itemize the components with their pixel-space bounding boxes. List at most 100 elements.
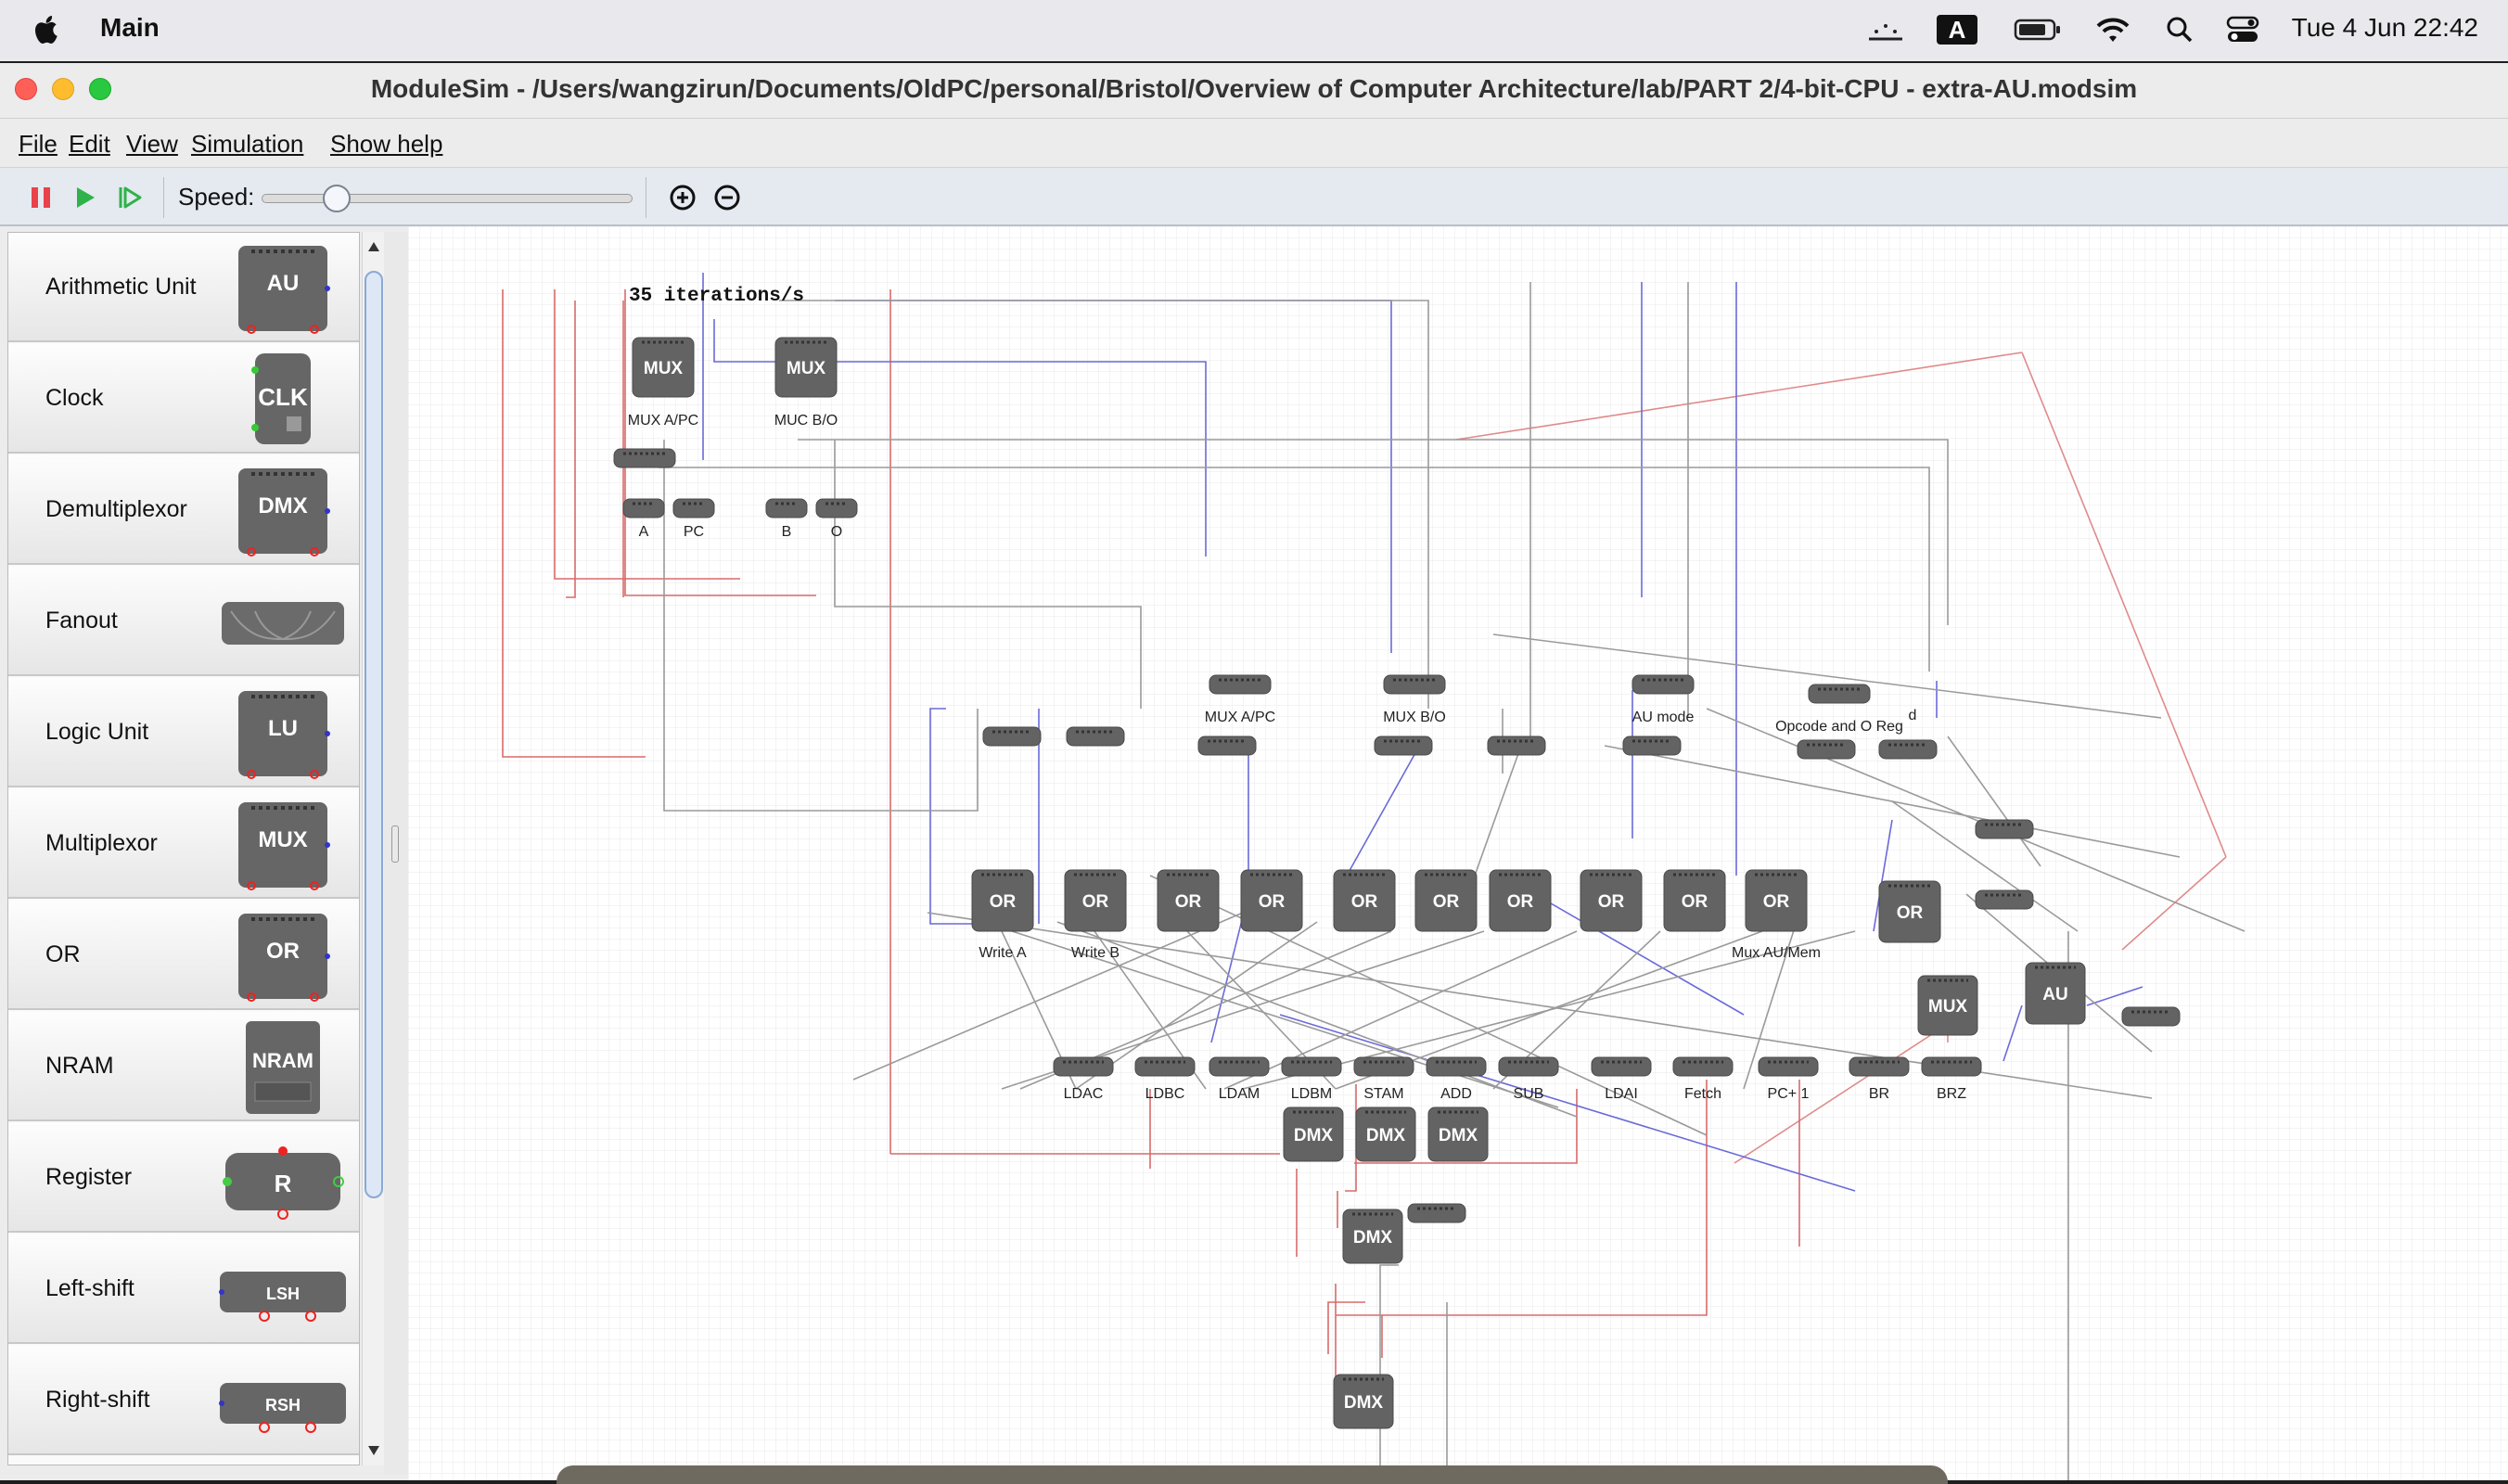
- fanout-block[interactable]: [613, 448, 676, 468]
- register-block[interactable]: [622, 498, 665, 518]
- control-center-icon[interactable]: [2224, 11, 2261, 48]
- instruction-fanout[interactable]: [1209, 1056, 1270, 1077]
- fanout-block[interactable]: [1797, 739, 1856, 760]
- scroll-up-icon[interactable]: [366, 239, 381, 254]
- zoom-out-button[interactable]: [710, 181, 744, 214]
- mux-block[interactable]: MUX: [1917, 975, 1978, 1036]
- palette-scrollbar[interactable]: [362, 232, 384, 1465]
- or-gate-block[interactable]: OR: [1157, 869, 1220, 932]
- search-icon[interactable]: [2163, 11, 2196, 48]
- mux-block[interactable]: MUX: [774, 337, 838, 398]
- palette-item-nram[interactable]: NRAM NRAM: [8, 1012, 359, 1121]
- or-gate-block[interactable]: OR: [1333, 869, 1396, 932]
- instruction-fanout[interactable]: [1672, 1056, 1734, 1077]
- palette-item-register[interactable]: Register R: [8, 1123, 359, 1233]
- instruction-fanout[interactable]: [1281, 1056, 1342, 1077]
- or-gate-block[interactable]: OR: [1580, 869, 1643, 932]
- instruction-fanout[interactable]: [1758, 1056, 1819, 1077]
- instruction-fanout[interactable]: [1053, 1056, 1114, 1077]
- instruction-fanout[interactable]: [1849, 1056, 1910, 1077]
- speed-slider[interactable]: [262, 185, 633, 212]
- scroll-down-icon[interactable]: [366, 1443, 381, 1458]
- circuit-diagram[interactable]: MUX MUX A/PC MUX MUC B/O A PC B O MUX A/PC MUX B/…: [408, 226, 2508, 1480]
- zoom-in-button[interactable]: [666, 181, 699, 214]
- app-menu-title[interactable]: Main: [100, 13, 160, 43]
- fanout-block[interactable]: [1808, 684, 1871, 704]
- circuit-canvas[interactable]: MUX MUX A/PC MUX MUC B/O A PC B O MUX A/PC MUX B/…: [408, 226, 2508, 1480]
- or-gate-block[interactable]: OR: [1878, 880, 1941, 943]
- instruction-label: LDBC: [1145, 1086, 1185, 1102]
- register-block[interactable]: [672, 498, 715, 518]
- fanout-block[interactable]: [1975, 819, 2034, 839]
- palette-item-left-shift[interactable]: Left-shift LSH: [8, 1235, 359, 1344]
- or-gate-block[interactable]: OR: [1663, 869, 1726, 932]
- mirroring-icon[interactable]: [1866, 11, 1905, 48]
- register-block[interactable]: [815, 498, 858, 518]
- fanout-block[interactable]: [1383, 674, 1446, 695]
- mux-block[interactable]: MUX: [632, 337, 695, 398]
- fanout-block[interactable]: [1197, 736, 1257, 756]
- demultiplexor-block[interactable]: DMX: [1342, 1209, 1403, 1264]
- demultiplexor-block[interactable]: DMX: [1427, 1107, 1489, 1162]
- or-gate-block[interactable]: OR: [1745, 869, 1808, 932]
- demultiplexor-block[interactable]: DMX: [1355, 1107, 1416, 1162]
- svg-text:CLK: CLK: [258, 383, 308, 411]
- pause-button[interactable]: [24, 181, 58, 214]
- demultiplexor-block[interactable]: DMX: [1333, 1374, 1394, 1429]
- instruction-fanout[interactable]: [1353, 1056, 1414, 1077]
- menu-view[interactable]: View: [126, 130, 178, 159]
- arithmetic-unit-block[interactable]: AU: [2025, 962, 2086, 1025]
- palette-item-arithmetic-unit[interactable]: Arithmetic Unit AU: [8, 233, 359, 342]
- svg-text:OR: OR: [1598, 892, 1625, 912]
- menu-show-help[interactable]: Show help: [330, 130, 442, 159]
- or-gate-block[interactable]: OR: [1240, 869, 1303, 932]
- fanout-block[interactable]: [1631, 674, 1695, 695]
- split-pane-divider[interactable]: [384, 232, 408, 1475]
- fanout-block[interactable]: [2121, 1006, 2181, 1027]
- palette-item-demultiplexor[interactable]: Demultiplexor DMX: [8, 455, 359, 565]
- fanout-block[interactable]: [1975, 889, 2034, 910]
- fanout-block[interactable]: [1878, 739, 1938, 760]
- or-gate-block[interactable]: OR: [1064, 869, 1127, 932]
- palette-item-multiplexor[interactable]: Multiplexor MUX: [8, 789, 359, 899]
- instruction-fanout[interactable]: [1426, 1056, 1487, 1077]
- menubar-clock[interactable]: Tue 4 Jun 22:42: [2292, 13, 2478, 43]
- palette-item-logic-unit[interactable]: Logic Unit LU: [8, 678, 359, 787]
- run-button[interactable]: [69, 181, 102, 214]
- palette-scroll-thumb[interactable]: [365, 271, 383, 1198]
- palette-item-fanout[interactable]: Fanout: [8, 567, 359, 676]
- menu-edit[interactable]: Edit: [69, 130, 110, 159]
- palette-item-or[interactable]: OR OR: [8, 901, 359, 1010]
- wifi-icon[interactable]: [2094, 11, 2131, 48]
- instruction-fanout[interactable]: [1498, 1056, 1559, 1077]
- fanout-block[interactable]: [1374, 736, 1433, 756]
- instruction-fanout[interactable]: [1921, 1056, 1982, 1077]
- fanout-block[interactable]: [1209, 674, 1272, 695]
- svg-text:DMX: DMX: [258, 493, 307, 518]
- fanout-block[interactable]: [1622, 736, 1682, 756]
- speed-slider-knob[interactable]: [323, 185, 351, 212]
- or-gate-block[interactable]: OR: [1414, 869, 1478, 932]
- apple-icon[interactable]: [33, 13, 59, 46]
- fanout-block[interactable]: [1066, 726, 1125, 747]
- palette-item-clock[interactable]: Clock CLK: [8, 344, 359, 454]
- or-gate-block[interactable]: OR: [1489, 869, 1552, 932]
- or-gate-block[interactable]: OR: [971, 869, 1034, 932]
- instruction-fanout[interactable]: [1134, 1056, 1196, 1077]
- svg-text:DMX: DMX: [1344, 1393, 1384, 1413]
- instruction-label: Fetch: [1684, 1086, 1721, 1102]
- fanout-block[interactable]: [1487, 736, 1546, 756]
- demultiplexor-block[interactable]: DMX: [1283, 1107, 1344, 1162]
- menu-simulation[interactable]: Simulation: [191, 130, 303, 159]
- battery-icon[interactable]: [2013, 11, 2063, 48]
- palette-item-right-shift[interactable]: Right-shift RSH: [8, 1346, 359, 1455]
- register-block[interactable]: [765, 498, 808, 518]
- step-button[interactable]: [113, 181, 147, 214]
- input-source-icon[interactable]: A: [1937, 15, 1977, 45]
- fanout-block[interactable]: [1407, 1203, 1466, 1223]
- instruction-fanout[interactable]: [1591, 1056, 1652, 1077]
- fanout-block[interactable]: [982, 726, 1042, 747]
- menu-file[interactable]: File: [19, 130, 58, 159]
- window-titlebar[interactable]: ModuleSim - /Users/wangzirun/Documents/O…: [0, 63, 2508, 119]
- splitter-grip[interactable]: [391, 825, 399, 863]
